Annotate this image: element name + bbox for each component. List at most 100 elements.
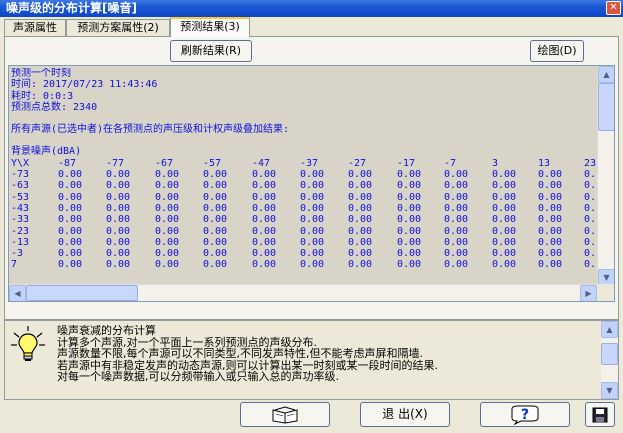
scroll-up-arrow-icon[interactable]: ▲ [601, 321, 618, 338]
refresh-results-button[interactable]: 刷新结果(R) [170, 40, 252, 62]
grid-cell: 0.00 [538, 191, 563, 203]
scroll-down-arrow-icon[interactable]: ▼ [601, 382, 618, 399]
book-icon [272, 405, 298, 424]
grid-cell: 0.00 [397, 214, 422, 226]
scrollbar-corner [597, 284, 614, 301]
grid-cell: 0.00 [348, 191, 373, 203]
grid-cell: 0.00 [538, 169, 563, 181]
grid-cell: 0.00 [155, 259, 180, 271]
tab-scheme-properties[interactable]: 预测方案属性(2) [66, 19, 170, 36]
book-button[interactable] [240, 402, 330, 427]
grid-cell: 0.00 [155, 191, 180, 203]
grid-cell: 0.00 [444, 225, 469, 237]
close-button[interactable]: ✕ [606, 1, 621, 15]
grid-column-header: 23 [584, 157, 597, 169]
results-text-area[interactable]: 预测一个时刻 时间: 2017/07/23 11:43:46 耗时: 0:0:3… [8, 65, 615, 302]
help-button[interactable]: ? [480, 402, 570, 427]
grid-row: 7 0.00 0.00 0.00 0.00 0.00 0.00 0.00 0.00 0.00 0.0… [11, 259, 599, 270]
grid-cell: 0.00 [538, 214, 563, 226]
grid-cell: 0.00 [252, 225, 277, 237]
grid-cell: 0.00 [348, 180, 373, 192]
scroll-up-arrow-icon[interactable]: ▲ [598, 66, 614, 83]
exit-button[interactable]: 退 出(X) [360, 402, 450, 427]
lightbulb-icon [9, 325, 47, 365]
grid-column-header: -27 [348, 157, 367, 169]
plot-button[interactable]: 绘图(D) [530, 40, 584, 62]
grid-cell: 0.00 [106, 169, 131, 181]
grid-row: -33 0.00 0.00 0.00 0.00 0.00 0.00 0.00 0.00 0.00 0… [11, 214, 599, 225]
help-scroll-thumb[interactable] [601, 343, 618, 365]
results-horizontal-scrollbar[interactable]: ◀ ▶ [9, 284, 597, 301]
grid-row-label: -63 [11, 180, 30, 192]
help-line: 噪声衰减的分布计算 [57, 325, 156, 337]
help-line: 对每一个噪声数据,可以分频带输入或只输入总的声功率级. [57, 370, 339, 383]
grid-cell: 0.00 [300, 180, 325, 192]
results-vertical-scrollbar[interactable]: ▲ ▼ [597, 66, 614, 286]
floppy-disk-icon [592, 407, 608, 422]
grid-cell: 0.00 [492, 191, 517, 203]
grid-row-label: -3 [11, 248, 24, 260]
grid-cell: 0.00 [397, 202, 422, 214]
horizontal-scroll-thumb[interactable] [26, 285, 138, 301]
grid-cell: 0. [584, 214, 597, 226]
svg-text:?: ? [521, 407, 529, 423]
grid-cell: 0.00 [252, 202, 277, 214]
grid-cell: 0.00 [397, 225, 422, 237]
grid-cell: 0.00 [106, 214, 131, 226]
grid-cell: 0.00 [106, 259, 131, 271]
grid-cell: 0.00 [397, 236, 422, 248]
grid-cell: 0.00 [348, 236, 373, 248]
tab-prediction-results[interactable]: 预测结果(3) [170, 17, 250, 37]
result-section-title: 背景噪声(dBA) [11, 146, 82, 158]
grid-cell: 0.00 [155, 214, 180, 226]
grid-row-label: -23 [11, 225, 30, 237]
grid-cell: 0.00 [106, 191, 131, 203]
grid-cell: 0.00 [58, 214, 83, 226]
grid-column-header: -7 [444, 157, 457, 169]
grid-cell: 0.00 [444, 180, 469, 192]
grid-cell: 0.00 [300, 191, 325, 203]
grid-row: -53 0.00 0.00 0.00 0.00 0.00 0.00 0.00 0.00 0.00 0… [11, 192, 599, 203]
grid-column-header: -77 [106, 157, 125, 169]
help-vertical-scrollbar[interactable]: ▲ ▼ [601, 321, 618, 399]
grid-cell: 0. [584, 191, 597, 203]
grid-cell: 0.00 [155, 248, 180, 260]
grid-cell: 0.00 [58, 248, 83, 260]
vertical-scroll-thumb[interactable] [598, 83, 614, 131]
grid-cell: 0.00 [492, 214, 517, 226]
grid-column-header: -57 [203, 157, 222, 169]
question-icon: ? [511, 405, 539, 425]
grid-header-row: Y\X -87 -77 -67 -57 -47 -37 -27 -17 -7 3 13 23 [11, 158, 599, 169]
grid-cell: 0.00 [203, 169, 228, 181]
grid-column-header: -37 [300, 157, 319, 169]
grid-cell: 0.00 [58, 236, 83, 248]
grid-cell: 0.00 [538, 225, 563, 237]
save-button[interactable] [585, 402, 615, 427]
tab-source-properties[interactable]: 声源属性 [4, 19, 66, 36]
result-grid: Y\X -87 -77 -67 -57 -47 -37 -27 -17 -7 3 13 23 -73 0.0… [11, 158, 599, 271]
grid-cell: 0.00 [444, 248, 469, 260]
grid-cell: 0.00 [252, 191, 277, 203]
grid-cell: 0.00 [300, 225, 325, 237]
grid-cell: 0.00 [538, 180, 563, 192]
grid-row-label: -53 [11, 191, 30, 203]
grid-row: -63 0.00 0.00 0.00 0.00 0.00 0.00 0.00 0.00 0.00 0… [11, 180, 599, 191]
grid-cell: 0.00 [203, 191, 228, 203]
grid-cell: 0. [584, 169, 597, 181]
grid-row-label: 7 [11, 259, 18, 271]
help-panel: 噪声衰减的分布计算 计算多个声源,对一个平面上一系列预测点的声级分布. 声源数量… [4, 320, 619, 400]
grid-cell: 0.00 [348, 169, 373, 181]
scroll-left-arrow-icon[interactable]: ◀ [9, 285, 26, 301]
grid-column-header: -47 [252, 157, 271, 169]
grid-cell: 0. [584, 180, 597, 192]
grid-cell: 0.00 [538, 202, 563, 214]
grid-cell: 0.00 [58, 191, 83, 203]
grid-cell: 0.00 [58, 180, 83, 192]
scroll-right-arrow-icon[interactable]: ▶ [580, 285, 597, 301]
grid-row: -73 0.00 0.00 0.00 0.00 0.00 0.00 0.00 0.00 0.00 0… [11, 169, 599, 180]
grid-cell: 0.00 [203, 225, 228, 237]
grid-column-header: -67 [155, 157, 174, 169]
grid-cell: 0.00 [492, 180, 517, 192]
grid-cell: 0.00 [397, 180, 422, 192]
result-header-line: 预测点总数: 2340 [11, 101, 98, 113]
